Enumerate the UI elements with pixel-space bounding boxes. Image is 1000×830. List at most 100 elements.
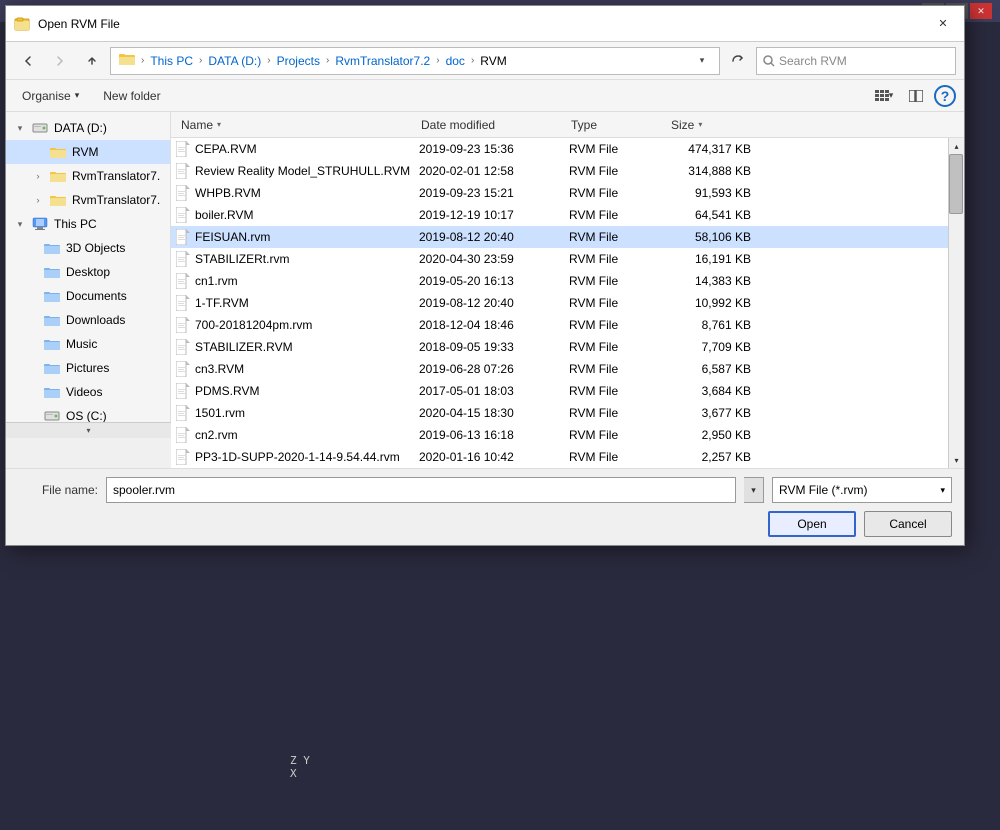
organise-btn[interactable]: Organise ▾: [14, 84, 87, 108]
filename-dropdown-btn[interactable]: ▾: [744, 477, 764, 503]
sidebar-item-desktop[interactable]: Desktop: [6, 260, 170, 284]
breadcrumb-projects[interactable]: Projects: [273, 52, 324, 70]
file-size: 3,684 KB: [669, 384, 759, 398]
sidebar-documents-icon: [44, 288, 60, 304]
sidebar-item-videos[interactable]: Videos: [6, 380, 170, 404]
sidebar-item-music[interactable]: Music: [6, 332, 170, 356]
file-row[interactable]: 700-20181204pm.rvm 2018-12-04 18:46 RVM …: [171, 314, 948, 336]
sidebar-item-rvmtranslator2[interactable]: › RvmTranslator7.: [6, 188, 170, 212]
scrollbar-up-btn[interactable]: ▴: [949, 138, 965, 154]
view-dropdown-arrow: ▾: [889, 90, 894, 101]
col-header-type[interactable]: Type: [565, 112, 665, 137]
col-header-date[interactable]: Date modified: [415, 112, 565, 137]
sidebar-label-music: Music: [66, 337, 97, 351]
file-row[interactable]: STABILIZERt.rvm 2020-04-30 23:59 RVM Fil…: [171, 248, 948, 270]
file-type: RVM File: [569, 428, 669, 442]
file-row[interactable]: cn3.RVM 2019-06-28 07:26 RVM File 6,587 …: [171, 358, 948, 380]
breadcrumb-rvmtranslator[interactable]: RvmTranslator7.2: [331, 52, 434, 70]
file-name: PDMS.RVM: [195, 384, 419, 398]
sidebar: ▾ DATA (D:): [6, 112, 171, 422]
view-toggle-btn[interactable]: ▾: [870, 84, 898, 108]
file-type: RVM File: [569, 252, 669, 266]
breadcrumb-bar[interactable]: › This PC › DATA (D:) › Projects › RvmTr…: [110, 47, 720, 75]
file-date: 2019-08-12 20:40: [419, 230, 569, 244]
breadcrumb-rvm[interactable]: RVM: [476, 52, 510, 70]
file-row[interactable]: 1501.rvm 2020-04-15 18:30 RVM File 3,677…: [171, 402, 948, 424]
file-size: 16,191 KB: [669, 252, 759, 266]
sidebar-item-documents[interactable]: Documents: [6, 284, 170, 308]
sidebar-item-rvmtranslator1[interactable]: › RvmTranslator7.: [6, 164, 170, 188]
breadcrumb-sep-5: ›: [471, 55, 474, 66]
file-row[interactable]: cn1.rvm 2019-05-20 16:13 RVM File 14,383…: [171, 270, 948, 292]
nav-forward-btn[interactable]: [46, 47, 74, 75]
file-row[interactable]: boiler.RVM 2019-12-19 10:17 RVM File 64,…: [171, 204, 948, 226]
new-folder-btn[interactable]: New folder: [95, 84, 168, 108]
file-size: 64,541 KB: [669, 208, 759, 222]
scrollbar-down-btn[interactable]: ▾: [949, 452, 965, 468]
file-size: 91,593 KB: [669, 186, 759, 200]
file-row[interactable]: 1-TF.RVM 2019-08-12 20:40 RVM File 10,99…: [171, 292, 948, 314]
file-date: 2019-06-28 07:26: [419, 362, 569, 376]
dialog-close-btn[interactable]: ✕: [930, 11, 956, 37]
scrollbar-thumb[interactable]: [949, 154, 963, 214]
sidebar-scroll-down[interactable]: ▾: [6, 422, 171, 438]
cancel-btn-label: Cancel: [889, 517, 926, 531]
file-date: 2020-02-01 12:58: [419, 164, 569, 178]
file-row[interactable]: CEPA.RVM 2019-09-23 15:36 RVM File 474,3…: [171, 138, 948, 160]
sidebar-item-3dobjects[interactable]: 3D Objects: [6, 236, 170, 260]
sidebar-item-downloads[interactable]: Downloads: [6, 308, 170, 332]
col-header-size[interactable]: Size ▾: [665, 112, 755, 137]
filename-input[interactable]: [106, 477, 736, 503]
sidebar-label-videos: Videos: [66, 385, 102, 399]
file-name: CEPA.RVM: [195, 142, 419, 156]
search-box[interactable]: Search RVM: [756, 47, 956, 75]
nav-refresh-btn[interactable]: [724, 47, 752, 75]
file-row[interactable]: Review Reality Model_STRUHULL.RVM 2020-0…: [171, 160, 948, 182]
file-name: STABILIZER.RVM: [195, 340, 419, 354]
filename-label: File name:: [18, 483, 98, 497]
file-name: PP3-1D-SUPP-2020-1-14-9.54.44.rvm: [195, 450, 419, 464]
file-type: RVM File: [569, 450, 669, 464]
file-size: 14,383 KB: [669, 274, 759, 288]
breadcrumb-dropdown-btn[interactable]: ▾: [693, 48, 711, 74]
file-row[interactable]: WHPB.RVM 2019-09-23 15:21 RVM File 91,59…: [171, 182, 948, 204]
file-size: 474,317 KB: [669, 142, 759, 156]
dialog-title: Open RVM File: [38, 17, 922, 31]
breadcrumb-sep-0: ›: [141, 55, 144, 66]
file-date: 2019-06-13 16:18: [419, 428, 569, 442]
nav-up-btn[interactable]: [78, 47, 106, 75]
file-name: WHPB.RVM: [195, 186, 419, 200]
sidebar-item-thispc[interactable]: ▾ This PC: [6, 212, 170, 236]
col-type-label: Type: [571, 118, 597, 132]
file-row[interactable]: cn2.rvm 2019-06-13 16:18 RVM File 2,950 …: [171, 424, 948, 446]
sidebar-item-pictures[interactable]: Pictures: [6, 356, 170, 380]
breadcrumb-doc[interactable]: doc: [442, 52, 469, 70]
file-name: 1-TF.RVM: [195, 296, 419, 310]
open-btn[interactable]: Open: [768, 511, 856, 537]
file-size: 2,950 KB: [669, 428, 759, 442]
sidebar-desktop-icon: [44, 264, 60, 280]
sidebar-item-rvm[interactable]: RVM: [6, 140, 170, 164]
breadcrumb-data[interactable]: DATA (D:): [204, 52, 265, 70]
sidebar-label-desktop: Desktop: [66, 265, 110, 279]
file-row[interactable]: STABILIZER.RVM 2018-09-05 19:33 RVM File…: [171, 336, 948, 358]
pane-btn[interactable]: [902, 84, 930, 108]
nav-back-btn[interactable]: [14, 47, 42, 75]
sidebar-item-data-d[interactable]: ▾ DATA (D:): [6, 116, 170, 140]
filetype-select[interactable]: RVM File (*.rvm) ▾: [772, 477, 952, 503]
toolbar: Organise ▾ New folder: [6, 80, 964, 112]
file-row[interactable]: PP3-1D-SUPP-2020-1-14-9.54.44.rvm 2020-0…: [171, 446, 948, 468]
sidebar-item-osc[interactable]: OS (C:): [6, 404, 170, 422]
file-date: 2020-01-16 10:42: [419, 450, 569, 464]
file-row[interactable]: FEISUAN.rvm 2019-08-12 20:40 RVM File 58…: [171, 226, 948, 248]
col-header-name[interactable]: Name ▾: [175, 112, 415, 137]
file-size: 7,709 KB: [669, 340, 759, 354]
help-btn[interactable]: ?: [934, 85, 956, 107]
file-row[interactable]: PDMS.RVM 2017-05-01 18:03 RVM File 3,684…: [171, 380, 948, 402]
cancel-btn[interactable]: Cancel: [864, 511, 952, 537]
file-size: 314,888 KB: [669, 164, 759, 178]
breadcrumb-thispc[interactable]: This PC: [146, 52, 197, 70]
sidebar-label-downloads: Downloads: [66, 313, 125, 327]
sidebar-wrapper: ▾ DATA (D:): [6, 112, 171, 468]
sidebar-folder-icon-rvmt1: [50, 168, 66, 184]
